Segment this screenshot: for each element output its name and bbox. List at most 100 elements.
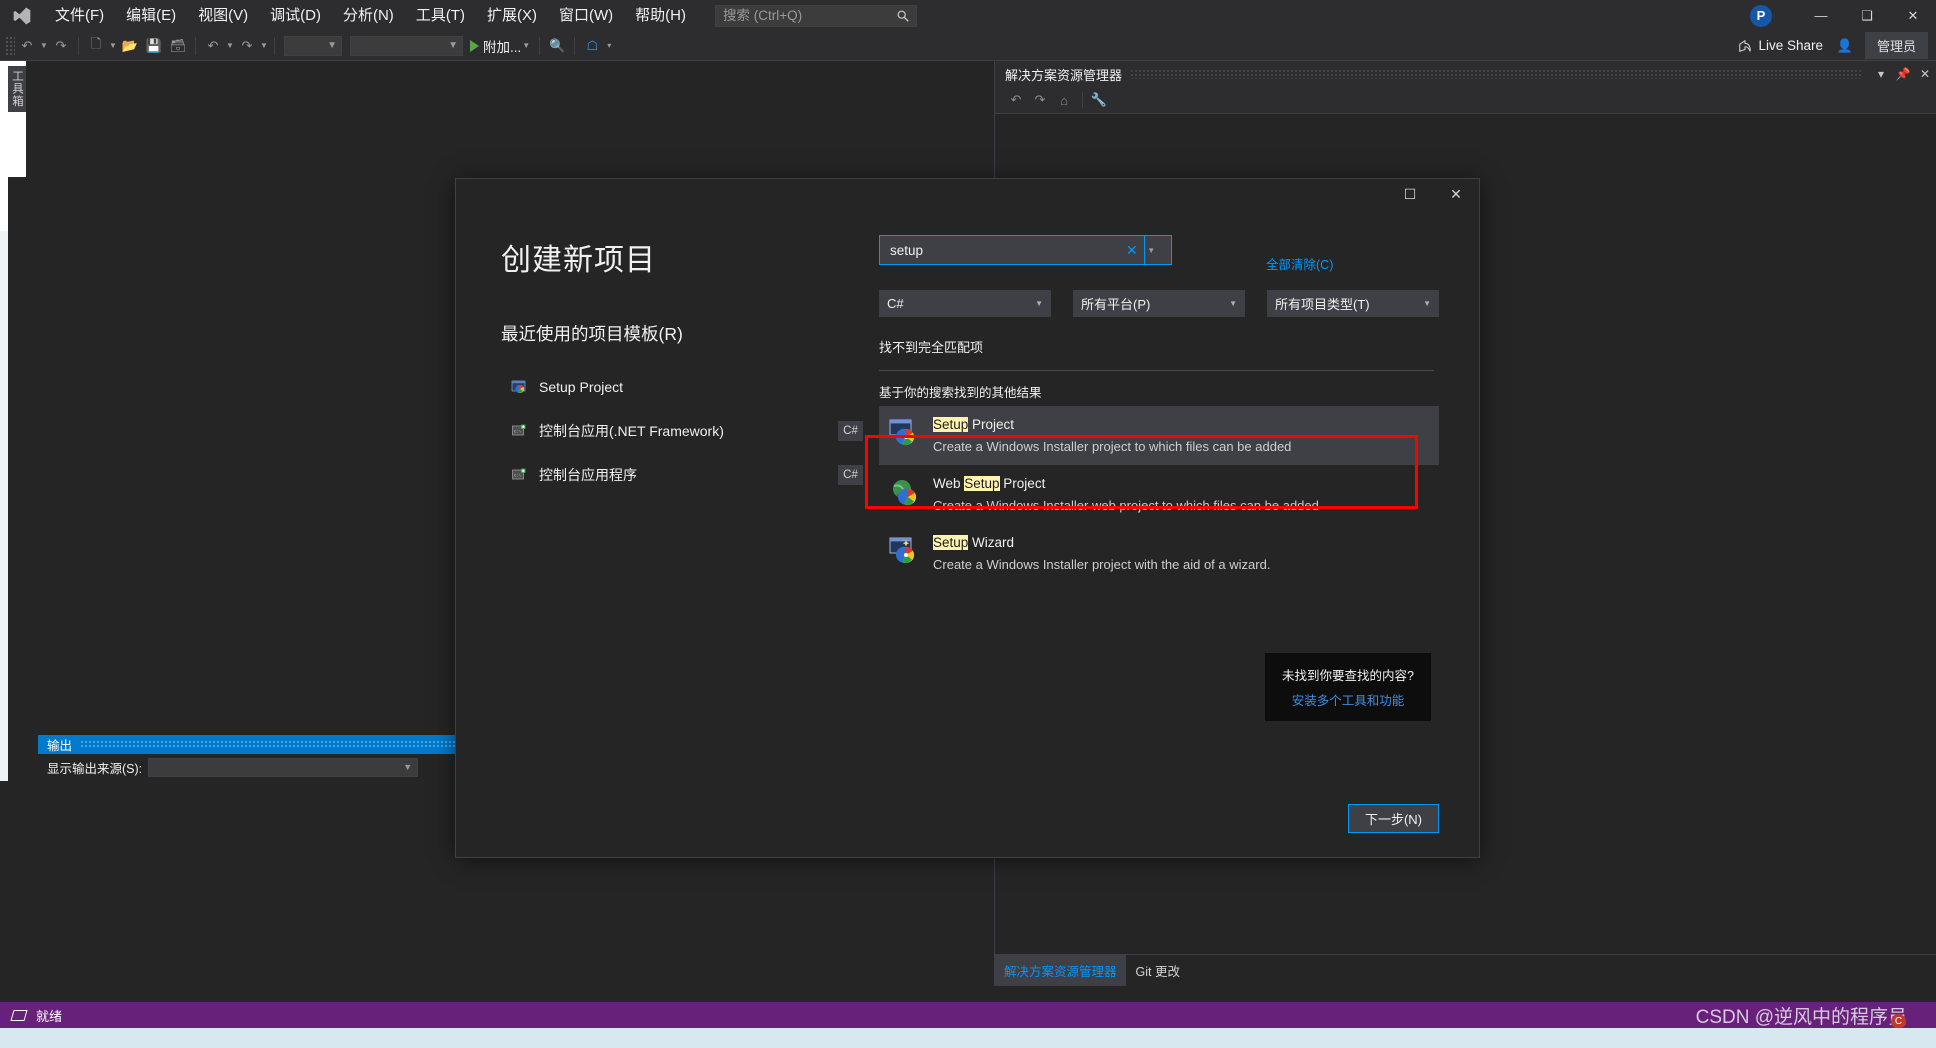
clear-all-link[interactable]: 全部清除(C) xyxy=(1266,254,1333,273)
standard-toolbar: ↶ ▼ ↷ 🗋 ▼ 📂 💾 🗃 ↶ ▼ ↷ ▼ ▼ ▼ 附加... ▼ 🔍 ☖ xyxy=(0,31,1936,61)
clear-icon[interactable]: ✕ xyxy=(1120,242,1144,259)
output-drag-dots[interactable] xyxy=(80,740,456,749)
recent-template-item-setup-project[interactable]: Setup Project xyxy=(501,372,879,402)
open-file-icon[interactable]: 📂 xyxy=(119,35,141,57)
undo-caret-icon[interactable]: ▼ xyxy=(225,41,235,50)
properties-wrench-icon[interactable]: 🔧 xyxy=(1088,89,1110,111)
solution-explorer-toolbar: ↶ ↷ ⌂ 🔧 xyxy=(995,87,1936,114)
csdn-watermark-text: CSDN @逆风中的程序员 xyxy=(1695,1006,1907,1028)
svg-text:C:\: C:\ xyxy=(514,430,522,435)
recent-template-item-console-app[interactable]: C:\ 控制台应用程序 C# xyxy=(501,460,879,490)
menu-item-tools[interactable]: 工具(T) xyxy=(405,2,476,30)
result-title-post-3: Wizard xyxy=(968,535,1015,550)
forward-icon[interactable]: ↷ xyxy=(1029,89,1051,111)
toolbar-separator-sol xyxy=(1082,92,1083,108)
toolbar-separator-3 xyxy=(274,36,275,55)
setup-wizard-icon xyxy=(889,537,914,564)
filter-language-value: C# xyxy=(887,296,904,311)
result-title-post-2: Project xyxy=(999,476,1046,491)
result-item-setup-wizard[interactable]: Setup Wizard Create a Windows Installer … xyxy=(879,524,1439,583)
hot-reload-icon[interactable]: ☖ xyxy=(581,35,603,57)
new-project-caret-icon[interactable]: ▼ xyxy=(108,41,118,50)
menu-item-help[interactable]: 帮助(H) xyxy=(624,2,697,30)
tab-solution-explorer[interactable]: 解决方案资源管理器 xyxy=(995,955,1127,986)
output-source-label: 显示输出来源(S): xyxy=(47,761,143,776)
live-share-button[interactable]: Live Share xyxy=(1728,38,1833,53)
template-search-box[interactable]: ✕ ▼ xyxy=(879,235,1172,265)
avatar[interactable]: P xyxy=(1750,4,1772,27)
toolbar-overflow-icon[interactable]: ▾ xyxy=(604,41,614,50)
live-preview-icon[interactable]: 🔍 xyxy=(546,35,568,57)
template-search-input[interactable] xyxy=(880,242,1120,258)
search-results-list: Setup Project Create a Windows Installer… xyxy=(879,406,1439,583)
redo-caret-icon[interactable]: ▼ xyxy=(259,41,269,50)
recent-template-item-console-netfx[interactable]: C:\ 控制台应用(.NET Framework) C# xyxy=(501,416,879,446)
navigate-forward-icon[interactable]: ↷ xyxy=(50,35,72,57)
result-title-3: Setup Wizard xyxy=(933,534,1270,552)
menu-item-debug[interactable]: 调试(D) xyxy=(259,2,332,30)
visual-studio-window: 文件(F) 编辑(E) 视图(V) 调试(D) 分析(N) 工具(T) 扩展(X… xyxy=(0,0,1936,1048)
filter-language-combo[interactable]: C# ▼ xyxy=(879,290,1051,317)
home-icon[interactable]: ⌂ xyxy=(1053,89,1075,111)
solution-explorer-title: 解决方案资源管理器 xyxy=(1005,67,1123,83)
csdn-watermark: CSDN @逆风中的程序员 xyxy=(1696,1002,1921,1029)
menu-item-extensions[interactable]: 扩展(X) xyxy=(476,2,548,30)
dialog-close-button[interactable]: ✕ xyxy=(1433,179,1479,209)
menu-item-view[interactable]: 视图(V) xyxy=(187,2,259,30)
undo-icon[interactable]: ↶ xyxy=(202,35,224,57)
chevron-down-icon-search[interactable]: ▼ xyxy=(1143,236,1158,264)
recent-template-label-2: 控制台应用(.NET Framework) xyxy=(539,423,724,439)
save-all-icon[interactable]: 🗃 xyxy=(167,35,189,57)
attach-button[interactable]: 附加... ▼ xyxy=(467,36,534,56)
recent-template-label-3: 控制台应用程序 xyxy=(539,467,637,483)
panel-close-icon[interactable]: ✕ xyxy=(1914,63,1936,85)
save-icon[interactable]: 💾 xyxy=(143,35,165,57)
close-button[interactable]: ✕ xyxy=(1890,0,1936,31)
output-source-combo[interactable]: ▼ xyxy=(148,757,419,777)
next-button[interactable]: 下一步(N) xyxy=(1348,804,1439,833)
solution-configuration-combo[interactable]: ▼ xyxy=(284,35,342,56)
navigate-backward-caret-icon[interactable]: ▼ xyxy=(39,41,49,50)
menu-item-analyze[interactable]: 分析(N) xyxy=(332,2,405,30)
result-title: Setup Project xyxy=(933,416,1291,434)
play-icon xyxy=(470,39,479,52)
clear-all-label: 全部清除(C) xyxy=(1266,258,1334,272)
attach-label: 附加... xyxy=(483,39,522,55)
install-more-tools-link[interactable]: 安装多个工具和功能 xyxy=(1275,690,1421,709)
attach-caret-icon[interactable]: ▼ xyxy=(521,41,531,50)
toolbox-tab[interactable]: 工具箱 xyxy=(8,66,26,112)
navigate-backward-icon[interactable]: ↶ xyxy=(16,35,38,57)
other-results-heading: 基于你的搜索找到的其他结果 xyxy=(879,386,1042,400)
panel-pin-icon[interactable]: 📌 xyxy=(1892,63,1914,85)
minimize-button[interactable]: — xyxy=(1798,0,1844,31)
result-item-web-setup-project[interactable]: Web Setup Project Create a Windows Insta… xyxy=(879,465,1439,524)
menu-item-edit[interactable]: 编辑(E) xyxy=(115,2,187,30)
back-icon[interactable]: ↶ xyxy=(1005,89,1027,111)
toolbar-separator xyxy=(78,36,79,55)
dialog-maximize-button[interactable]: ☐ xyxy=(1387,179,1433,209)
new-project-icon[interactable]: 🗋 xyxy=(85,35,107,57)
filter-project-type-combo[interactable]: 所有项目类型(T) ▼ xyxy=(1267,290,1439,317)
panel-menu-chevron-icon[interactable]: ▾ xyxy=(1870,63,1892,85)
chevron-down-icon-platform: ▼ xyxy=(1229,299,1237,308)
tooltip-question: 未找到你要查找的内容? xyxy=(1282,669,1414,683)
toolbar-grip[interactable] xyxy=(5,35,15,56)
filter-platform-combo[interactable]: 所有平台(P) ▼ xyxy=(1073,290,1245,317)
quick-launch-search[interactable] xyxy=(714,4,917,27)
result-item-setup-project[interactable]: Setup Project Create a Windows Installer… xyxy=(879,406,1439,465)
quick-launch-input[interactable] xyxy=(715,8,886,23)
output-panel: 输出 显示输出来源(S): ▼ xyxy=(38,735,456,1011)
panel-drag-dots[interactable] xyxy=(1130,69,1862,79)
live-share-label: Live Share xyxy=(1758,38,1823,53)
solution-platform-combo[interactable]: ▼ xyxy=(350,35,463,56)
restore-button[interactable]: ❑ xyxy=(1844,0,1890,31)
menu-item-file[interactable]: 文件(F) xyxy=(44,2,115,30)
tab-git-changes[interactable]: Git 更改 xyxy=(1126,955,1190,986)
console-app-icon: C:\ xyxy=(512,424,526,436)
solution-explorer-header: 解决方案资源管理器 ▾ 📌 ✕ xyxy=(995,61,1936,87)
output-panel-header: 输出 xyxy=(38,735,456,754)
redo-icon[interactable]: ↷ xyxy=(236,35,258,57)
add-user-icon[interactable]: 👤 xyxy=(1834,35,1856,57)
menu-item-window[interactable]: 窗口(W) xyxy=(548,2,624,30)
account-button[interactable]: 管理员 xyxy=(1864,32,1928,59)
